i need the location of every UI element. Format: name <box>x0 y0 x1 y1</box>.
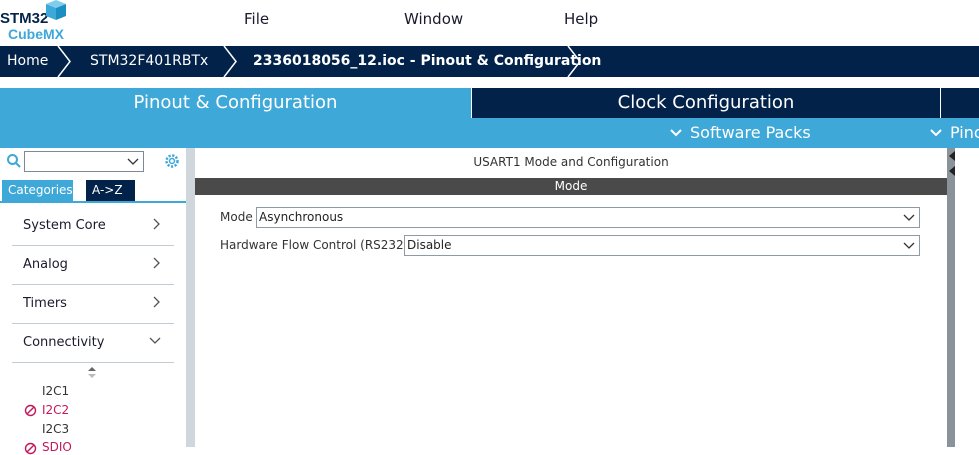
breadcrumb-separator-icon <box>223 46 237 77</box>
breadcrumb: Home STM32F401RBTx 2336018056_12.ioc - P… <box>0 46 979 77</box>
group-label: Analog <box>23 257 68 272</box>
breadcrumb-separator-icon <box>57 46 71 77</box>
chevron-down-icon <box>670 129 682 137</box>
group-system-core[interactable]: System Core <box>12 207 174 246</box>
chevron-down-icon <box>930 129 942 137</box>
pinout-menu[interactable]: Pinout <box>950 118 979 148</box>
flow-control-label: Hardware Flow Control (RS232) <box>220 238 409 252</box>
collapse-arrow-icon[interactable] <box>948 150 956 178</box>
menu-window[interactable]: Window <box>404 10 463 28</box>
disabled-icon <box>24 442 37 455</box>
chevron-right-icon <box>153 296 160 308</box>
breadcrumb-home[interactable]: Home <box>7 46 48 77</box>
group-connectivity[interactable]: Connectivity <box>12 324 174 363</box>
mode-label: Mode <box>220 210 253 224</box>
tab-clock-configuration[interactable]: Clock Configuration <box>472 88 940 118</box>
group-label: System Core <box>23 218 106 233</box>
peripheral-sdio[interactable]: SDIO <box>42 440 72 454</box>
breadcrumb-separator-icon <box>567 46 581 77</box>
chevron-right-icon <box>153 257 160 269</box>
peripheral-i2c2[interactable]: I2C2 <box>42 403 69 417</box>
chevron-right-icon <box>153 218 160 230</box>
mode-select[interactable]: Asynchronous <box>256 207 920 228</box>
chevron-down-icon <box>903 242 915 249</box>
menu-help[interactable]: Help <box>564 10 598 28</box>
tab-pinout-configuration[interactable]: Pinout & Configuration <box>0 88 471 118</box>
collapse-strip[interactable] <box>947 148 955 447</box>
group-label: Connectivity <box>23 335 105 350</box>
chevron-down-icon <box>903 214 915 221</box>
chevron-down-icon[interactable] <box>127 157 139 167</box>
group-timers[interactable]: Timers <box>12 285 174 324</box>
stm32cubemx-logo: STM32 CubeMX <box>0 0 70 44</box>
sub-toolbar: Software Packs Pinout <box>0 118 979 148</box>
search-input[interactable] <box>24 151 144 172</box>
logo-text-stm32: STM32 <box>0 10 48 27</box>
mode-section-header[interactable]: Mode <box>195 178 947 195</box>
mode-select-value: Asynchronous <box>259 210 344 224</box>
group-analog[interactable]: Analog <box>12 246 174 285</box>
category-underline <box>0 201 186 203</box>
peripheral-i2c1[interactable]: I2C1 <box>42 384 69 398</box>
cube-icon <box>46 0 66 20</box>
tab-overflow[interactable] <box>941 88 979 118</box>
chevron-down-icon <box>149 337 161 344</box>
sort-icon[interactable] <box>87 367 97 379</box>
panel-divider[interactable] <box>186 148 195 447</box>
menu-bar <box>0 0 979 46</box>
breadcrumb-mcu[interactable]: STM32F401RBTx <box>90 46 208 77</box>
peripheral-i2c3[interactable]: I2C3 <box>42 422 69 436</box>
tab-a-to-z[interactable]: A->Z <box>86 180 135 201</box>
disabled-icon <box>24 404 37 417</box>
gear-icon[interactable] <box>163 152 181 170</box>
logo-text-cubemx: CubeMX <box>8 26 65 42</box>
tab-categories[interactable]: Categories <box>2 180 73 201</box>
menu-file[interactable]: File <box>244 10 269 28</box>
search-icon <box>7 154 21 168</box>
flow-control-select[interactable]: Disable <box>404 235 920 256</box>
flow-control-select-value: Disable <box>407 238 452 252</box>
breadcrumb-project[interactable]: 2336018056_12.ioc - Pinout & Configurati… <box>253 46 601 77</box>
group-label: Timers <box>23 296 67 311</box>
panel-title: USART1 Mode and Configuration <box>473 155 669 169</box>
software-packs-menu[interactable]: Software Packs <box>690 118 811 148</box>
tabs-gap <box>0 77 979 88</box>
